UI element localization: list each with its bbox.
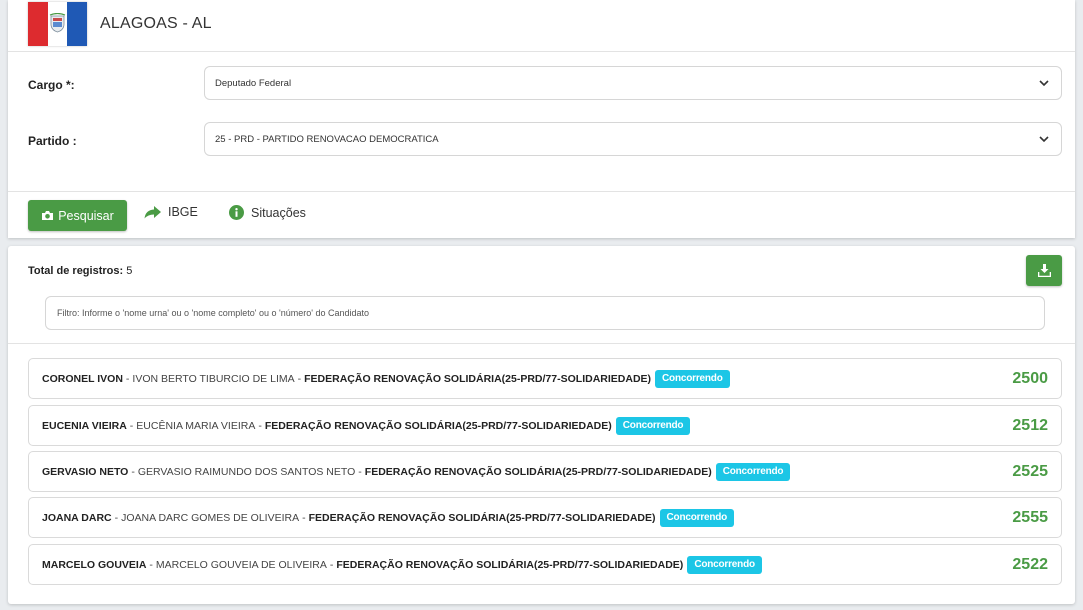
candidate-full-name: EUCÊNIA MARIA VIEIRA xyxy=(136,419,256,432)
candidate-nick: JOANA DARC xyxy=(42,511,112,524)
state-flag-icon xyxy=(28,2,87,46)
status-badge: Concorrendo xyxy=(715,462,791,481)
separator: - xyxy=(125,372,130,385)
total-records: Total de registros: 5 xyxy=(28,265,132,277)
partido-select-value: 25 - PRD - PARTIDO RENOVACAO DEMOCRATICA xyxy=(215,134,439,145)
separator: - xyxy=(358,465,362,478)
status-badge: Concorrendo xyxy=(687,555,762,574)
cargo-select-value: Deputado Federal xyxy=(215,78,292,89)
candidate-description: JOANA DARC - JOANA DARC GOMES DE OLIVEIR… xyxy=(42,508,735,527)
candidate-party: FEDERAÇÃO RENOVAÇÃO SOLIDÁRIA(25-PRD/77-… xyxy=(308,511,656,524)
download-button[interactable] xyxy=(1026,255,1062,286)
total-records-value: 5 xyxy=(126,265,133,277)
candidate-number: 2525 xyxy=(1012,462,1048,480)
candidate-number: 2500 xyxy=(1012,369,1048,387)
candidate-row[interactable]: CORONEL IVON - IVON BERTO TIBURCIO DE LI… xyxy=(28,358,1062,399)
candidate-description: EUCENIA VIEIRA - EUCÊNIA MARIA VIEIRA - … xyxy=(42,416,691,435)
chevron-down-icon xyxy=(1039,136,1049,143)
candidate-party: FEDERAÇÃO RENOVAÇÃO SOLIDÁRIA(25-PRD/77-… xyxy=(336,558,684,571)
results-panel: Total de registros: 5 CORONEL IVON - IVO… xyxy=(8,246,1075,604)
status-badge: Concorrendo xyxy=(615,416,691,435)
candidate-number: 2512 xyxy=(1012,416,1048,434)
info-circle-icon xyxy=(229,205,244,220)
separator: - xyxy=(149,558,153,571)
page-title: ALAGOAS - AL xyxy=(100,15,212,32)
partido-label: Partido : xyxy=(28,134,77,148)
candidate-number: 2555 xyxy=(1012,508,1048,526)
situacoes-button-label: Situações xyxy=(251,205,306,220)
candidate-full-name: GERVASIO RAIMUNDO DOS SANTOS NETO xyxy=(137,465,356,478)
candidate-description: MARCELO GOUVEIA - MARCELO GOUVEIA DE OLI… xyxy=(42,555,762,574)
candidate-number: 2522 xyxy=(1012,555,1048,573)
divider xyxy=(8,191,1075,192)
candidate-full-name: JOANA DARC GOMES DE OLIVEIRA xyxy=(121,511,300,524)
candidate-nick: MARCELO GOUVEIA xyxy=(42,558,147,571)
candidate-row[interactable]: EUCENIA VIEIRA - EUCÊNIA MARIA VIEIRA - … xyxy=(28,405,1062,446)
cargo-select[interactable]: Deputado Federal xyxy=(204,66,1062,100)
divider xyxy=(8,343,1075,344)
candidate-party: FEDERAÇÃO RENOVAÇÃO SOLIDÁRIA(25-PRD/77-… xyxy=(304,372,652,385)
candidate-nick: GERVASIO NETO xyxy=(42,465,129,478)
separator: - xyxy=(129,419,134,432)
separator: - xyxy=(302,511,306,524)
separator: - xyxy=(329,558,334,571)
candidate-nick: EUCENIA VIEIRA xyxy=(42,419,127,432)
candidate-filter-input[interactable] xyxy=(45,296,1045,330)
separator: - xyxy=(258,419,262,432)
candidate-row[interactable]: JOANA DARC - JOANA DARC GOMES DE OLIVEIR… xyxy=(28,497,1062,538)
search-button-label: Pesquisar xyxy=(58,208,114,223)
share-arrow-icon xyxy=(144,205,161,218)
page-header: ALAGOAS - AL xyxy=(8,0,1075,52)
status-badge: Concorrendo xyxy=(655,369,730,388)
download-icon xyxy=(1037,264,1051,277)
camera-icon xyxy=(42,211,54,220)
search-panel: ALAGOAS - AL Cargo *: Deputado Federal P… xyxy=(8,0,1075,238)
separator: - xyxy=(297,372,302,385)
total-records-label: Total de registros: xyxy=(28,265,124,277)
candidate-nick: CORONEL IVON xyxy=(42,372,123,385)
chevron-down-icon xyxy=(1039,80,1049,87)
ibge-button-label: IBGE xyxy=(168,205,198,219)
candidate-full-name: MARCELO GOUVEIA DE OLIVEIRA xyxy=(155,558,327,571)
candidate-row[interactable]: MARCELO GOUVEIA - MARCELO GOUVEIA DE OLI… xyxy=(28,544,1062,585)
ibge-button[interactable]: IBGE xyxy=(144,205,198,219)
cargo-label: Cargo *: xyxy=(28,78,75,92)
separator: - xyxy=(131,465,135,478)
separator: - xyxy=(114,511,119,524)
situacoes-button[interactable]: Situações xyxy=(229,205,306,220)
candidate-description: CORONEL IVON - IVON BERTO TIBURCIO DE LI… xyxy=(42,369,730,388)
partido-select[interactable]: 25 - PRD - PARTIDO RENOVACAO DEMOCRATICA xyxy=(204,122,1062,156)
candidate-row[interactable]: GERVASIO NETO - GERVASIO RAIMUNDO DOS SA… xyxy=(28,451,1062,492)
status-badge: Concorrendo xyxy=(659,508,735,527)
search-button[interactable]: Pesquisar xyxy=(28,200,127,231)
candidate-party: FEDERAÇÃO RENOVAÇÃO SOLIDÁRIA(25-PRD/77-… xyxy=(364,465,712,478)
candidate-party: FEDERAÇÃO RENOVAÇÃO SOLIDÁRIA(25-PRD/77-… xyxy=(264,419,612,432)
candidate-full-name: IVON BERTO TIBURCIO DE LIMA xyxy=(132,372,295,385)
candidate-description: GERVASIO NETO - GERVASIO RAIMUNDO DOS SA… xyxy=(42,462,791,481)
